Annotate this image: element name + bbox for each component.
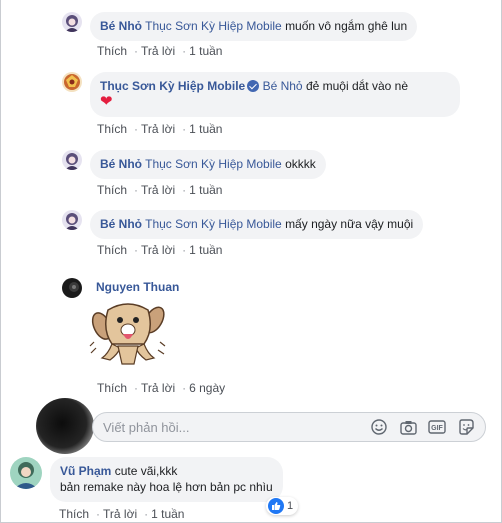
like-count: 1 [287,500,294,512]
comment: Bé Nhỏ Thục Sơn Kỳ Hiệp Mobile muốn vô n… [62,12,418,41]
reply-input[interactable] [103,419,369,435]
current-user-avatar [36,398,94,454]
like-link[interactable]: Thích [97,183,127,197]
comment-author[interactable]: Vũ Phạm [60,464,111,478]
svg-text:GIF: GIF [431,425,443,432]
comment-text: cute vãi,kkk [114,464,178,478]
comment-bubble: Thục Sơn Kỳ Hiệp Mobile Bé Nhỏ đẻ muội d… [90,72,460,117]
comment: Nguyen Thuan [62,278,179,298]
comment-bubble: Bé Nhỏ Thục Sơn Kỳ Hiệp Mobile mấy ngày … [90,210,424,239]
reaction-count[interactable]: 1 [266,497,299,515]
tagged-name[interactable]: Thục Sơn Kỳ Hiệp Mobile [145,157,282,171]
comment-bubble: Bé Nhỏ Thục Sơn Kỳ Hiệp Mobile muốn vô n… [90,12,418,41]
like-link[interactable]: Thích [59,507,89,521]
timestamp[interactable]: 1 tuần [189,243,222,257]
heart-icon: ❤ [100,93,113,110]
comment-bubble: Bé Nhỏ Thục Sơn Kỳ Hiệp Mobile okkkk [90,150,326,179]
avatar[interactable] [10,457,42,489]
comment-actions: Thích · Trả lời · 6 ngày [97,381,226,395]
timestamp[interactable]: 1 tuần [151,507,184,521]
like-link[interactable]: Thích [97,243,127,257]
comment-text: muốn vô ngắm ghê lun [285,19,408,33]
like-link[interactable]: Thích [97,122,127,136]
like-link[interactable]: Thích [97,381,127,395]
camera-icon[interactable] [398,418,418,436]
comment-actions: Thích · Trả lời · 1 tuần [97,243,223,257]
comment-text: bản remake này hoa lệ hơn bản pc nhìu [60,480,273,494]
comment-actions: Thích · Trả lời · 1 tuần [97,44,223,58]
comment-text: mấy ngày nữa vậy muội [285,217,414,231]
comment-author[interactable]: Bé Nhỏ [100,157,142,171]
comment-author[interactable]: Bé Nhỏ [100,217,142,231]
comment-actions: Thích · Trả lời · 1 tuần [97,183,223,197]
reply-link[interactable]: Trả lời [141,243,175,257]
comment: Bé Nhỏ Thục Sơn Kỳ Hiệp Mobile mấy ngày … [62,210,424,239]
reply-link[interactable]: Trả lời [141,183,175,197]
timestamp[interactable]: 1 tuần [189,183,222,197]
like-icon [268,498,284,514]
avatar[interactable] [62,278,82,298]
verified-badge-icon [247,80,260,92]
avatar[interactable] [62,12,82,32]
avatar[interactable] [62,210,82,230]
reply-link[interactable]: Trả lời [141,44,175,58]
gif-icon[interactable]: GIF [427,418,447,436]
emoji-icon[interactable] [369,418,389,436]
timestamp[interactable]: 1 tuần [189,122,222,136]
reply-box: GIF [92,412,486,442]
like-link[interactable]: Thích [97,44,127,58]
tagged-name[interactable]: Thục Sơn Kỳ Hiệp Mobile [145,19,282,33]
timestamp[interactable]: 6 ngày [189,381,225,395]
avatar[interactable] [62,150,82,170]
reply-link[interactable]: Trả lời [103,507,137,521]
sticker-icon[interactable] [456,418,476,436]
page-avatar[interactable] [62,72,82,92]
comment: Thục Sơn Kỳ Hiệp Mobile Bé Nhỏ đẻ muội d… [62,72,460,117]
comment-author[interactable]: Thục Sơn Kỳ Hiệp Mobile [100,79,245,93]
tagged-name[interactable]: Bé Nhỏ [263,79,303,93]
comment-actions: Thích · Trả lời · 1 tuần [59,507,185,521]
comment: Vũ Phạm cute vãi,kkk bản remake này hoa … [10,457,283,502]
sticker-image[interactable] [88,298,168,370]
comment-author[interactable]: Nguyen Thuan [96,280,179,294]
comment: Bé Nhỏ Thục Sơn Kỳ Hiệp Mobile okkkk [62,150,326,179]
tagged-name[interactable]: Thục Sơn Kỳ Hiệp Mobile [145,217,282,231]
reply-link[interactable]: Trả lời [141,122,175,136]
comment-actions: Thích · Trả lời · 1 tuần [97,122,223,136]
comment-author[interactable]: Bé Nhỏ [100,19,142,33]
reply-link[interactable]: Trả lời [141,381,175,395]
comment-text: đẻ muội dắt vào nè [305,79,409,93]
timestamp[interactable]: 1 tuần [189,44,222,58]
comment-text: okkkk [285,157,316,171]
comment-bubble: Vũ Phạm cute vãi,kkk bản remake này hoa … [50,457,283,502]
